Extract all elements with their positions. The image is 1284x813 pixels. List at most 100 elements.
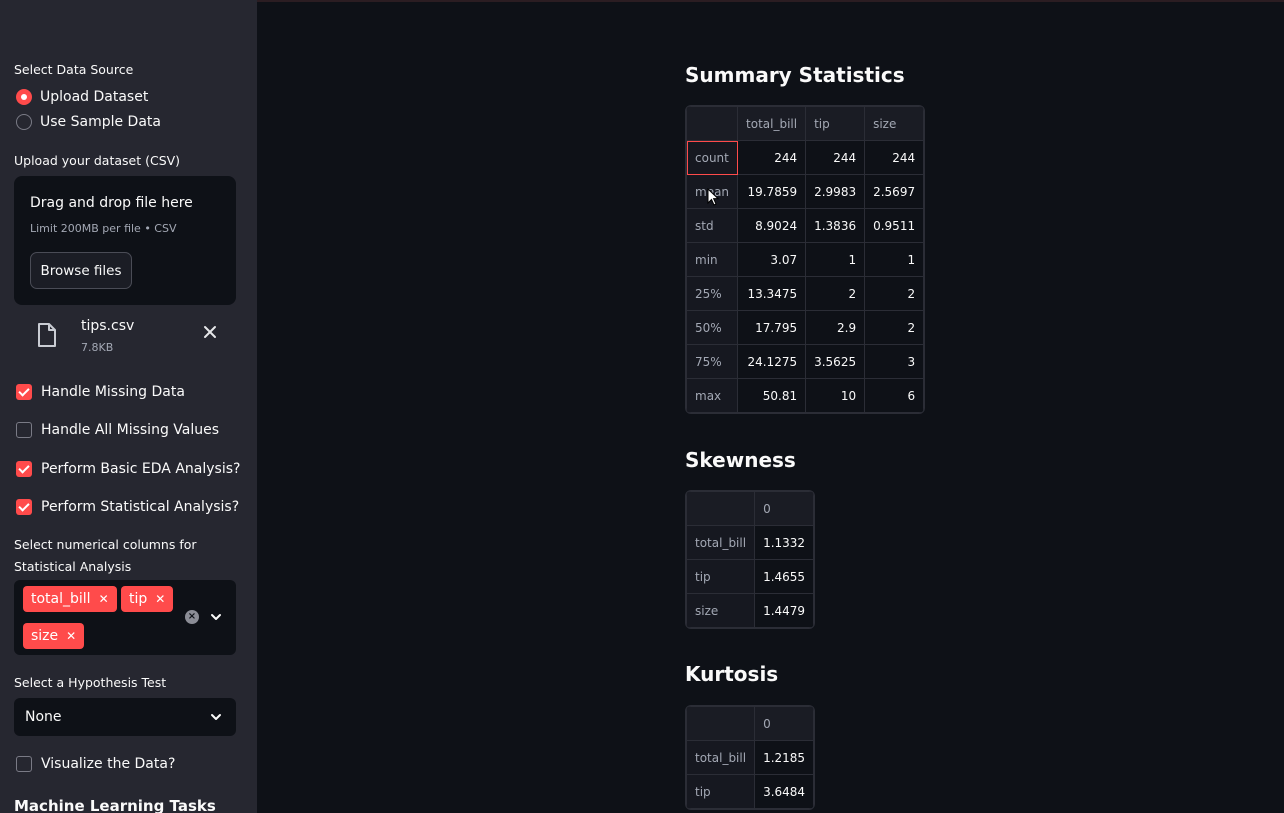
checkbox-visualize-data[interactable]: Visualize the Data? <box>16 756 175 772</box>
row-index-cell[interactable]: total_bill <box>686 525 756 560</box>
row-index-cell[interactable]: tip <box>686 774 756 809</box>
table-cell[interactable]: 17.795 <box>737 310 807 345</box>
checkbox-handle-all-missing-values[interactable]: Handle All Missing Values <box>16 422 219 438</box>
radio-selected-icon[interactable] <box>16 89 32 105</box>
column-tag-size[interactable]: size ✕ <box>23 623 85 649</box>
row-index-cell[interactable]: max <box>686 378 739 413</box>
skewness-table[interactable]: 0 total_bill 1.1332 tip 1.4655 size 1.44… <box>685 490 816 629</box>
table-cell[interactable]: 24.1275 <box>737 344 807 379</box>
column-header[interactable]: 0 <box>754 706 815 741</box>
table-cell[interactable]: 2 <box>864 310 925 345</box>
column-header[interactable]: 0 <box>754 491 815 526</box>
table-cell[interactable]: 1.3836 <box>805 208 866 243</box>
table-row: 50% 17.795 2.9 2 <box>686 310 925 345</box>
checkbox-checked-icon[interactable] <box>16 384 32 400</box>
checkbox-label: Visualize the Data? <box>41 756 176 772</box>
table-cell[interactable]: 1 <box>805 242 866 277</box>
clear-all-icon[interactable]: × <box>185 610 199 624</box>
table-cell[interactable]: 3.5625 <box>805 344 866 379</box>
columns-multiselect[interactable]: total_bill ✕ tip ✕ size ✕ × <box>14 580 236 655</box>
checkbox-unchecked-icon[interactable] <box>16 756 32 772</box>
table-cell[interactable]: 2 <box>805 276 866 311</box>
table-cell[interactable]: 2.5697 <box>864 174 925 209</box>
row-index-cell[interactable]: total_bill <box>686 740 756 775</box>
tag-remove-icon[interactable]: ✕ <box>155 592 165 606</box>
checkbox-handle-missing-data[interactable]: Handle Missing Data <box>16 384 185 400</box>
table-cell[interactable]: 6 <box>864 378 925 413</box>
row-index-cell[interactable]: 25% <box>686 276 739 311</box>
table-cell[interactable]: 1.2185 <box>754 740 815 775</box>
column-header[interactable]: tip <box>805 106 866 141</box>
row-index-cell[interactable]: min <box>686 242 739 277</box>
row-index-cell[interactable]: count <box>686 140 739 175</box>
checkbox-checked-icon[interactable] <box>16 461 32 477</box>
select-value: None <box>25 709 62 725</box>
table-cell[interactable]: 0.9511 <box>864 208 925 243</box>
table-cell[interactable]: 3 <box>864 344 925 379</box>
radio-upload-dataset[interactable]: Upload Dataset <box>16 89 148 105</box>
table-corner-cell <box>686 106 739 141</box>
table-cell[interactable]: 10 <box>805 378 866 413</box>
row-index-cell[interactable]: tip <box>686 559 756 594</box>
kurtosis-table[interactable]: 0 total_bill 1.2185 tip 3.6484 <box>685 705 816 810</box>
column-header[interactable]: size <box>864 106 925 141</box>
radio-unselected-icon[interactable] <box>16 114 32 130</box>
table-cell[interactable]: 8.9024 <box>737 208 807 243</box>
chevron-down-icon[interactable] <box>210 711 222 723</box>
table-cell[interactable]: 244 <box>737 140 807 175</box>
row-index-cell[interactable]: std <box>686 208 739 243</box>
ml-tasks-heading: Machine Learning Tasks <box>14 797 216 813</box>
radio-label: Upload Dataset <box>40 89 149 105</box>
sidebar: Select Data Source Upload Dataset Use Sa… <box>0 0 257 813</box>
upload-label: Upload your dataset (CSV) <box>14 153 181 168</box>
table-cell[interactable]: 13.3475 <box>737 276 807 311</box>
table-cell[interactable]: 2 <box>864 276 925 311</box>
app-window: Select Data Source Upload Dataset Use Sa… <box>0 0 1284 813</box>
table-cell[interactable]: 19.7859 <box>737 174 807 209</box>
table-row: mean 19.7859 2.9983 2.5697 <box>686 174 925 209</box>
checkbox-basic-eda[interactable]: Perform Basic EDA Analysis? <box>16 461 240 477</box>
table-header-row: 0 <box>686 706 815 741</box>
table-cell[interactable]: 3.07 <box>737 242 807 277</box>
checkbox-label: Handle Missing Data <box>41 384 185 400</box>
main-content: Summary Statistics total_bill tip size c… <box>257 0 1284 813</box>
column-tag-tip[interactable]: tip ✕ <box>121 586 174 612</box>
radio-use-sample-data[interactable]: Use Sample Data <box>16 114 161 130</box>
table-cell[interactable]: 1.4479 <box>754 593 815 628</box>
column-header[interactable]: total_bill <box>737 106 807 141</box>
hypothesis-select[interactable]: None <box>14 698 236 736</box>
file-name: tips.csv <box>81 318 135 334</box>
table-cell[interactable]: 1.4655 <box>754 559 815 594</box>
table-cell[interactable]: 2.9983 <box>805 174 866 209</box>
table-cell[interactable]: 1 <box>864 242 925 277</box>
tag-remove-icon[interactable]: ✕ <box>99 592 109 606</box>
summary-statistics-table[interactable]: total_bill tip size count 244 244 244 me… <box>685 105 926 414</box>
table-cell[interactable]: 244 <box>864 140 925 175</box>
checkbox-checked-icon[interactable] <box>16 499 32 515</box>
row-index-cell[interactable]: 50% <box>686 310 739 345</box>
checkbox-statistical-analysis[interactable]: Perform Statistical Analysis? <box>16 499 239 515</box>
checkbox-label: Perform Statistical Analysis? <box>41 499 240 515</box>
checkbox-unchecked-icon[interactable] <box>16 422 32 438</box>
summary-statistics-heading: Summary Statistics <box>685 63 905 87</box>
table-cell[interactable]: 50.81 <box>737 378 807 413</box>
table-cell[interactable]: 3.6484 <box>754 774 815 809</box>
close-icon[interactable] <box>202 324 218 340</box>
chevron-down-icon[interactable] <box>210 611 222 623</box>
columns-multiselect-label: Select numerical columns for Statistical… <box>14 537 197 574</box>
table-cell[interactable]: 244 <box>805 140 866 175</box>
file-size: 7.8KB <box>81 341 114 354</box>
browse-files-button[interactable]: Browse files <box>30 252 132 289</box>
table-cell[interactable]: 1.1332 <box>754 525 815 560</box>
table-row: tip 3.6484 <box>686 774 815 809</box>
row-index-cell[interactable]: size <box>686 593 756 628</box>
row-index-cell[interactable]: 75% <box>686 344 739 379</box>
column-tag-total-bill[interactable]: total_bill ✕ <box>23 586 117 612</box>
table-cell[interactable]: 2.9 <box>805 310 866 345</box>
table-row: min 3.07 1 1 <box>686 242 925 277</box>
dropzone-title: Drag and drop file here <box>30 195 193 211</box>
uploaded-file: tips.csv 7.8KB <box>36 316 226 360</box>
table-header-row: 0 <box>686 491 815 526</box>
tag-remove-icon[interactable]: ✕ <box>66 629 76 643</box>
file-uploader-dropzone[interactable]: Drag and drop file here Limit 200MB per … <box>14 176 236 305</box>
